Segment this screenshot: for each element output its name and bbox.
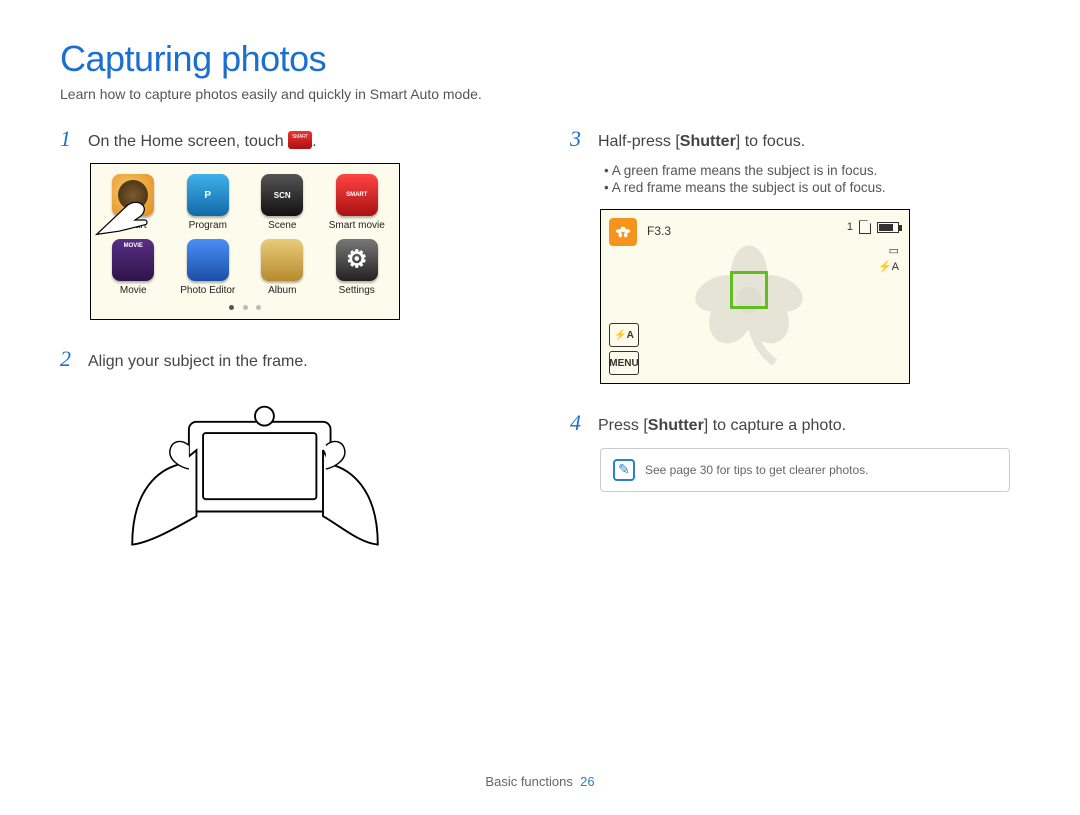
step-1-pre: On the Home screen, touch — [88, 133, 288, 150]
app-movie: Movie — [103, 239, 164, 296]
step-4-post: ] to capture a photo. — [704, 417, 846, 434]
face-detect-icon: ▭ — [878, 244, 899, 257]
step-3-bold: Shutter — [680, 133, 736, 150]
menu-button: MENU — [609, 351, 639, 375]
app-label-settings: Settings — [339, 285, 375, 296]
smart-movie-icon: SMART — [336, 174, 378, 216]
pager-dot-active — [229, 305, 234, 310]
top-right-status: 1 — [847, 220, 899, 234]
viewfinder-diagram: F3.3 1 ▭ ⚡A ⚡A MENU — [600, 209, 910, 384]
right-column: 3 Half-press [Shutter] to focus. A green… — [570, 126, 1020, 559]
app-settings: Settings — [327, 239, 388, 296]
step-4-bold: Shutter — [648, 417, 704, 434]
program-letter: P — [204, 190, 211, 201]
smartmovie-letter: SMART — [346, 192, 367, 198]
album-icon — [261, 239, 303, 281]
step-4-text: Press [Shutter] to capture a photo. — [598, 415, 846, 437]
page-subtitle: Learn how to capture photos easily and q… — [60, 86, 1020, 102]
page-footer: Basic functions 26 — [0, 774, 1080, 789]
step-1: 1 On the Home screen, touch . — [60, 126, 510, 153]
app-smart: Smart — [103, 174, 164, 231]
tip-box: ✎ See page 30 for tips to get clearer ph… — [600, 448, 1010, 492]
f-number-label: F3.3 — [647, 224, 671, 238]
step-number: 3 — [570, 126, 588, 152]
step-3: 3 Half-press [Shutter] to focus. — [570, 126, 1020, 153]
step-4-pre: Press [ — [598, 417, 648, 434]
battery-icon — [877, 222, 899, 233]
app-program: P Program — [178, 174, 239, 231]
page-title: Capturing photos — [60, 38, 1020, 80]
step-4: 4 Press [Shutter] to capture a photo. — [570, 410, 1020, 437]
shot-count: 1 — [847, 221, 853, 233]
app-label-program: Program — [189, 220, 227, 231]
app-label-photoeditor: Photo Editor — [180, 285, 235, 296]
app-label-smartmovie: Smart movie — [329, 220, 385, 231]
info-icon: ✎ — [613, 459, 635, 481]
bullet-green-frame: A green frame means the subject is in fo… — [604, 163, 1020, 178]
footer-section: Basic functions — [485, 774, 572, 789]
program-icon: P — [187, 174, 229, 216]
memory-card-icon — [859, 220, 871, 234]
flash-button: ⚡A — [609, 323, 639, 347]
settings-icon — [336, 239, 378, 281]
movie-icon — [112, 239, 154, 281]
smart-auto-icon — [112, 174, 154, 216]
left-side-buttons: ⚡A MENU — [609, 319, 639, 375]
app-album: Album — [252, 239, 313, 296]
scene-letter: SCN — [274, 191, 291, 200]
step-2: 2 Align your subject in the frame. — [60, 346, 510, 373]
footer-page-number: 26 — [580, 774, 594, 789]
app-label-album: Album — [268, 285, 296, 296]
step-3-bullets: A green frame means the subject is in fo… — [604, 163, 1020, 195]
flash-auto-icon: ⚡A — [878, 260, 899, 273]
app-scene: SCN Scene — [252, 174, 313, 231]
step-3-text: Half-press [Shutter] to focus. — [598, 131, 805, 153]
bullet-red-frame: A red frame means the subject is out of … — [604, 180, 1020, 195]
pager-dots — [103, 302, 387, 313]
step-1-post: . — [312, 133, 316, 150]
home-screen-diagram: Smart P Program SCN Scene SMART Smart mo… — [90, 163, 400, 320]
pager-dot — [256, 305, 261, 310]
step-1-text: On the Home screen, touch . — [88, 131, 317, 153]
app-smartmovie: SMART Smart movie — [327, 174, 388, 231]
smart-auto-app-icon — [288, 131, 312, 149]
photo-editor-icon — [187, 239, 229, 281]
step-3-pre: Half-press [ — [598, 133, 680, 150]
focus-frame-green — [730, 271, 768, 309]
app-label-movie: Movie — [120, 285, 147, 296]
app-photoeditor: Photo Editor — [178, 239, 239, 296]
right-side-icons: ▭ ⚡A — [878, 244, 899, 276]
step-number: 4 — [570, 410, 588, 436]
hands-holding-camera-illustration — [110, 384, 400, 554]
step-3-post: ] to focus. — [736, 133, 805, 150]
left-column: 1 On the Home screen, touch . Smart P Pr… — [60, 126, 510, 559]
macro-mode-icon — [609, 218, 637, 246]
step-number: 1 — [60, 126, 78, 152]
step-number: 2 — [60, 346, 78, 372]
scene-icon: SCN — [261, 174, 303, 216]
app-label-scene: Scene — [268, 220, 296, 231]
pager-dot — [243, 305, 248, 310]
tip-text: See page 30 for tips to get clearer phot… — [645, 463, 868, 477]
step-2-text: Align your subject in the frame. — [88, 351, 308, 373]
app-label-smart: Smart — [120, 220, 147, 231]
